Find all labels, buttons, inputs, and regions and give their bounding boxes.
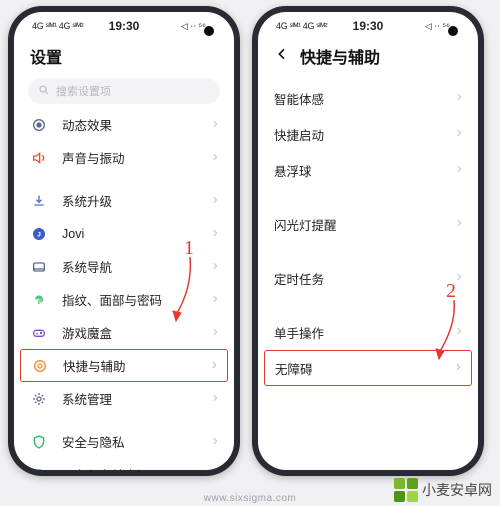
phone-left: 4G ˢᴵᴹ¹ 4G ˢᴵᴹ² 19:30 ◁ ⋅⋅ ⁵⁶ 设置 搜索设置项 动… <box>8 6 240 476</box>
row-float-ball[interactable]: 悬浮球 <box>258 152 478 188</box>
row-one-hand-mode[interactable]: 单手操作 <box>258 314 478 350</box>
screen-left: 4G ˢᴵᴹ¹ 4G ˢᴵᴹ² 19:30 ◁ ⋅⋅ ⁵⁶ 设置 搜索设置项 动… <box>14 12 234 470</box>
chevron-right-icon <box>210 258 220 276</box>
status-signal: 4G ˢᴵᴹ¹ 4G ˢᴵᴹ² <box>276 21 327 31</box>
row-motion-sensing[interactable]: 智能体感 <box>258 80 478 116</box>
chevron-right-icon <box>210 149 220 167</box>
shortcut-icon <box>31 357 49 375</box>
svg-text:J: J <box>37 231 41 238</box>
chevron-right-icon <box>454 89 464 107</box>
chevron-right-icon <box>454 269 464 287</box>
settings-list: 动态效果 声音与振动 系统升级 J Jovi <box>14 108 234 470</box>
row-label: 运存与存储空间 <box>62 465 210 470</box>
row-label: 定时任务 <box>274 269 454 288</box>
row-label: 快捷启动 <box>274 125 454 144</box>
row-label: 系统升级 <box>62 191 210 210</box>
game-icon <box>30 324 48 342</box>
row-label: 系统管理 <box>62 389 210 408</box>
screen-right: 4G ˢᴵᴹ¹ 4G ˢᴵᴹ² 19:30 ◁ ⋅⋅ ⁵⁶ 快捷与辅助 智能体感… <box>258 12 478 470</box>
chevron-right-icon <box>454 125 464 143</box>
status-time: 19:30 <box>353 19 384 33</box>
search-input[interactable]: 搜索设置项 <box>28 78 220 104</box>
punch-hole-camera <box>448 26 458 36</box>
chevron-right-icon <box>210 291 220 309</box>
chevron-right-icon <box>210 116 220 134</box>
chevron-right-icon <box>210 192 220 210</box>
chevron-right-icon <box>210 225 220 243</box>
chevron-right-icon <box>454 215 464 233</box>
row-label: 悬浮球 <box>274 161 454 180</box>
row-label: 系统导航 <box>62 257 210 276</box>
status-signal: 4G ˢᴵᴹ¹ 4G ˢᴵᴹ² <box>32 21 83 31</box>
chevron-right-icon <box>210 324 220 342</box>
row-sound-vibration[interactable]: 声音与振动 <box>14 141 234 174</box>
sound-icon <box>30 149 48 167</box>
row-quick-launch[interactable]: 快捷启动 <box>258 116 478 152</box>
row-label: 游戏魔盒 <box>62 323 210 342</box>
row-security-privacy[interactable]: 安全与隐私 <box>14 425 234 458</box>
status-bar: 4G ˢᴵᴹ¹ 4G ˢᴵᴹ² 19:30 ◁ ⋅⋅ ⁵⁶ <box>14 12 234 40</box>
page-title: 快捷与辅助 <box>300 44 380 68</box>
update-icon <box>30 192 48 210</box>
row-label: 闪光灯提醒 <box>274 215 454 234</box>
page-header: 快捷与辅助 <box>258 40 478 74</box>
row-jovi[interactable]: J Jovi <box>14 217 234 250</box>
punch-hole-camera <box>204 26 214 36</box>
row-scheduled-tasks[interactable]: 定时任务 <box>258 260 478 296</box>
chevron-right-icon <box>454 323 464 341</box>
row-shortcuts-accessibility[interactable]: 快捷与辅助 <box>20 349 228 382</box>
dynamic-icon <box>30 116 48 134</box>
row-fingerprint-face-password[interactable]: 指纹、面部与密码 <box>14 283 234 316</box>
page-title: 设置 <box>30 44 62 68</box>
shortcuts-list: 智能体感 快捷启动 悬浮球 闪光灯提醒 定时 <box>258 74 478 386</box>
status-battery: ◁ ⋅⋅ ⁵⁶ <box>425 21 464 32</box>
row-system-update[interactable]: 系统升级 <box>14 184 234 217</box>
chevron-right-icon <box>209 357 219 375</box>
search-icon <box>38 84 50 99</box>
row-accessibility[interactable]: 无障碍 <box>264 350 472 386</box>
row-label: 安全与隐私 <box>62 432 210 451</box>
fingerprint-icon <box>30 291 48 309</box>
row-label: Jovi <box>62 227 210 241</box>
search-placeholder: 搜索设置项 <box>56 83 111 99</box>
watermark-text: 小麦安卓网 <box>422 480 492 500</box>
row-label: 单手操作 <box>274 323 454 342</box>
storage-icon <box>30 466 48 471</box>
row-label: 快捷与辅助 <box>63 356 209 375</box>
security-icon <box>30 433 48 451</box>
row-flash-alert[interactable]: 闪光灯提醒 <box>258 206 478 242</box>
row-label: 智能体感 <box>274 89 454 108</box>
status-battery: ◁ ⋅⋅ ⁵⁶ <box>181 21 220 32</box>
row-game-box[interactable]: 游戏魔盒 <box>14 316 234 349</box>
status-time: 19:30 <box>109 19 140 33</box>
chevron-right-icon <box>210 466 220 471</box>
chevron-right-icon <box>210 390 220 408</box>
site-watermark: 小麦安卓网 <box>394 478 492 502</box>
manage-icon <box>30 390 48 408</box>
row-system-management[interactable]: 系统管理 <box>14 382 234 415</box>
jovi-icon: J <box>30 225 48 243</box>
row-ram-storage[interactable]: 运存与存储空间 <box>14 458 234 470</box>
nav-icon <box>30 258 48 276</box>
chevron-right-icon <box>454 161 464 179</box>
row-dynamic-effects[interactable]: 动态效果 <box>14 108 234 141</box>
row-label: 无障碍 <box>275 359 453 378</box>
page-header: 设置 <box>14 40 234 74</box>
chevron-right-icon <box>453 359 463 377</box>
chevron-right-icon <box>210 433 220 451</box>
status-bar: 4G ˢᴵᴹ¹ 4G ˢᴵᴹ² 19:30 ◁ ⋅⋅ ⁵⁶ <box>258 12 478 40</box>
back-button[interactable] <box>274 46 290 67</box>
watermark-logo-icon <box>394 478 418 502</box>
row-label: 动态效果 <box>62 115 210 134</box>
row-label: 声音与振动 <box>62 148 210 167</box>
row-system-nav[interactable]: 系统导航 <box>14 250 234 283</box>
phone-right: 4G ˢᴵᴹ¹ 4G ˢᴵᴹ² 19:30 ◁ ⋅⋅ ⁵⁶ 快捷与辅助 智能体感… <box>252 6 484 476</box>
row-label: 指纹、面部与密码 <box>62 290 210 309</box>
sigma-watermark: www.sixsigma.com <box>204 493 296 504</box>
